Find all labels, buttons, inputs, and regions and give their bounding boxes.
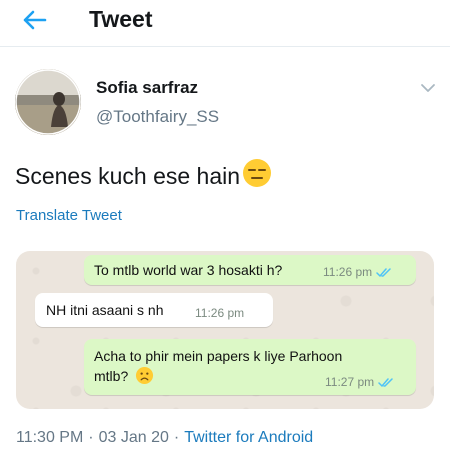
chat-message-text: NH itni asaani s nh <box>46 302 164 318</box>
chat-message-time: 11:26 pm <box>323 265 373 279</box>
tweet-media-image[interactable]: To mtlb world war 3 hosakti h? 11:26 pm … <box>16 251 434 409</box>
author-name[interactable]: Sofia sarfraz <box>96 78 198 98</box>
author-avatar[interactable] <box>15 69 81 135</box>
footer-separator: · <box>88 429 94 446</box>
back-arrow-icon <box>23 10 47 30</box>
tweet-text-body: Scenes kuch ese hain <box>15 162 241 189</box>
tweet-footer: 11:30 PM · 03 Jan 20 · Twitter for Android <box>16 429 313 447</box>
avatar-photo <box>15 69 81 135</box>
page-title: Tweet <box>89 6 153 32</box>
back-button[interactable] <box>20 8 48 32</box>
chat-message-text-body: Acha to phir mein papers k liye Parhoon … <box>94 348 343 384</box>
header-divider <box>0 46 450 47</box>
chevron-down-icon <box>421 84 435 92</box>
chat-message-time: 11:27 pm <box>325 375 375 389</box>
double-check-icon <box>376 267 391 277</box>
top-bar: Tweet <box>0 0 450 40</box>
chat-message-text: Acha to phir mein papers k liye Parhoon … <box>94 347 354 386</box>
author-handle[interactable]: @Toothfairy_SS <box>96 107 219 127</box>
chat-message-text: To mtlb world war 3 hosakti h? <box>94 262 283 278</box>
tweet-source-link[interactable]: Twitter for Android <box>184 429 313 446</box>
footer-separator: · <box>173 429 180 446</box>
tweet-time[interactable]: 11:30 PM <box>16 429 83 446</box>
tweet-date[interactable]: 03 Jan 20 <box>99 429 169 446</box>
translate-tweet-link[interactable]: Translate Tweet <box>16 207 122 224</box>
chat-message-outgoing: Acha to phir mein papers k liye Parhoon … <box>84 339 416 395</box>
chat-message-time: 11:26 pm <box>195 306 245 320</box>
chat-message-meta: 11:26 pm <box>323 265 394 279</box>
frowning-face-emoji <box>136 366 154 385</box>
tweet-text: Scenes kuch ese hain <box>15 158 272 194</box>
chat-message-incoming: NH itni asaani s nh 11:26 pm <box>35 293 273 327</box>
double-check-icon <box>378 377 393 387</box>
tweet-options-button[interactable] <box>418 80 438 96</box>
chat-message-meta: 11:27 pm <box>325 375 396 389</box>
chat-message-outgoing: To mtlb world war 3 hosakti h? 11:26 pm <box>84 255 416 285</box>
expressionless-face-emoji <box>242 158 272 194</box>
chat-message-meta: 11:26 pm <box>195 306 244 320</box>
